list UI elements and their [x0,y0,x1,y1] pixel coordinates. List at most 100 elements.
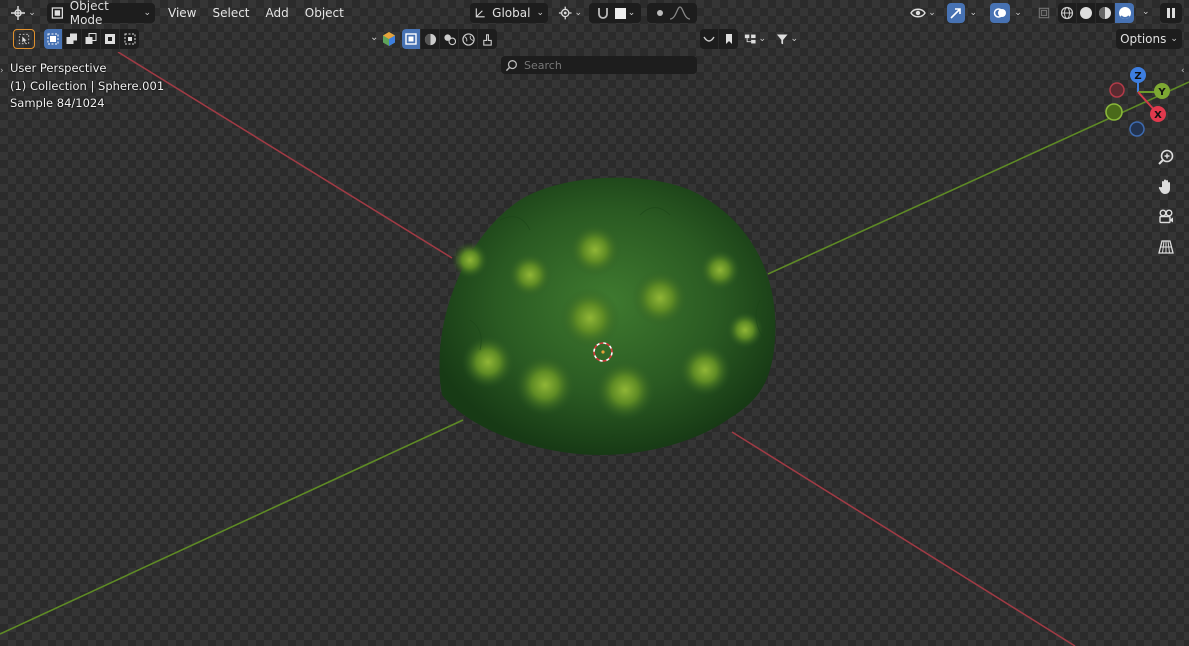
bookmark-button[interactable] [719,29,738,49]
shading-options-chevron-icon[interactable]: ⌄ [1142,7,1150,17]
xray-icon [1038,7,1050,19]
options-button[interactable]: Options ⌄ [1116,29,1182,49]
gizmo-z-label: Z [1134,71,1141,82]
sidebar-expand-arrow-icon[interactable]: ‹ [1181,66,1185,76]
view-perspective-label: User Perspective [10,61,107,75]
rendered-shading-button[interactable] [1115,3,1134,23]
filter-brush-button[interactable] [478,29,497,49]
collection-object-label: (1) Collection | Sphere.001 [10,78,165,93]
viewport-scene[interactable] [0,52,1189,646]
chevron-down-icon: ⌄ [790,34,798,44]
select-intersect-icon [124,33,135,45]
navigation-gizmo[interactable]: Z Y X [1098,62,1178,142]
filter-mesh-button[interactable] [402,29,421,49]
mode-select[interactable]: Object Mode ⌄ [47,0,155,27]
select-subtract-icon [85,33,97,44]
gizmo-toggle-button[interactable]: ⌄ [943,3,981,23]
material-filter-icon [424,33,436,45]
viewport-info-overlay: User Perspective (1) Collection | Sphere… [10,60,164,113]
x-axis-line [117,52,453,259]
chevron-down-icon: ⌄ [627,8,636,18]
object-type-chevron-icon[interactable]: ⌄ [370,32,378,43]
select-invert-icon [105,34,115,44]
menu-add[interactable]: Add [258,3,297,23]
pan-button[interactable] [1154,175,1178,199]
select-set-icon [47,33,59,45]
viewport-header: ⌄ Object Mode ⌄ View Select Add Object G… [0,0,1189,27]
gizmo-neg-y[interactable] [1105,103,1123,121]
display-mode-button[interactable]: ⌄ [740,29,770,49]
hierarchy-icon [744,34,756,44]
zoom-icon [1158,149,1174,165]
object-type-icon[interactable] [381,31,397,47]
chevron-down-icon: ⌄ [143,8,151,18]
chevron-down-icon: ⌄ [969,8,977,18]
object-type-filter-group [381,31,397,47]
bookmark-icon [725,34,732,44]
menu-select[interactable]: Select [204,3,257,23]
pause-render-button[interactable] [1160,3,1182,23]
filter-toggle-group [402,29,497,49]
chevron-down-icon: ⌄ [574,8,582,18]
editor-type-button[interactable]: ⌄ [6,3,40,23]
camera-view-icon [1159,209,1173,224]
mesh-filter-icon [405,33,417,45]
pause-icon [1167,8,1175,18]
snap-icon [597,8,608,19]
gizmo-neg-x[interactable] [1109,82,1125,98]
mode-select-label: Object Mode [69,0,109,27]
grid-ortho-icon [1158,240,1174,254]
select-extend-button[interactable] [63,29,82,49]
zoom-button[interactable] [1154,145,1178,169]
filter-button[interactable]: ⌄ [772,29,802,49]
shading-mode-group [1058,3,1134,23]
x-axis-line [731,431,1076,646]
select-set-button[interactable] [44,29,63,49]
menu-view[interactable]: View [160,3,204,23]
foliage-object[interactable] [439,177,776,455]
pivot-point-button[interactable]: ⌄ [554,3,586,23]
overlay-toggle[interactable] [990,3,1011,23]
select-extend-icon [66,33,77,44]
ortho-toggle-button[interactable] [1154,235,1178,259]
solid-shading-button[interactable] [1077,3,1096,23]
select-subtract-button[interactable] [82,29,101,49]
toolbar-expand-arrow-icon[interactable]: › [0,66,4,76]
select-invert-button[interactable] [101,29,120,49]
visibility-button[interactable]: ⌄ [906,3,940,23]
orientation-icon [475,8,485,18]
falloff-icon [669,6,691,20]
filter-world-button[interactable] [459,29,478,49]
select-intersect-button[interactable] [120,29,139,49]
wireframe-shading-button[interactable] [1058,3,1077,23]
tool-settings-header: ⌄ Search ⌄ ⌄ Options ⌄ [0,26,1189,74]
filter-by-name-button[interactable] [700,29,719,49]
pan-hand-icon [1158,179,1170,194]
chevron-down-icon: ⌄ [928,8,936,18]
y-axis-line [0,419,464,635]
transform-orientation-select[interactable]: Global ⌄ [470,3,548,23]
overlay-toggle-button[interactable]: ⌄ [986,3,1026,23]
curve-icon [703,36,715,42]
header-menus: View Select Add Object [160,3,352,23]
object-mode-icon [51,7,64,19]
snap-group[interactable]: ⌄ [589,3,641,23]
selection-mode-group [44,29,139,49]
transform-orientation-label: Global [492,6,531,20]
overlay-icon [993,8,1007,18]
menu-object[interactable]: Object [297,3,352,23]
active-tool-button[interactable] [13,29,35,49]
pivot-icon [558,6,572,20]
gizmo-neg-z[interactable] [1129,121,1145,137]
filter-material-button[interactable] [421,29,440,49]
chevron-down-icon: ⌄ [1170,34,1178,44]
render-sample-label: Sample 84/1024 [10,96,105,110]
material-shading-button[interactable] [1096,3,1115,23]
filter-texture-button[interactable] [440,29,459,49]
rendered-shading-icon [1118,7,1131,19]
gizmo-toggle[interactable] [947,3,966,23]
proportional-edit-group[interactable] [647,3,697,23]
camera-view-button[interactable] [1154,205,1178,229]
options-label: Options [1120,32,1167,46]
xray-toggle[interactable] [1034,3,1054,23]
